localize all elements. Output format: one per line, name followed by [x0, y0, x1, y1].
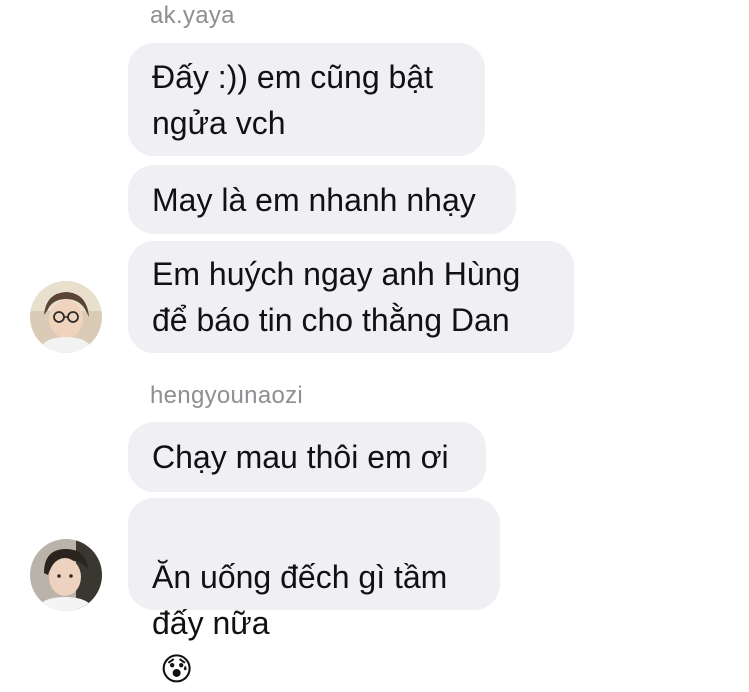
message-text: Em huých ngay anh Hùng để báo tin cho th… [152, 256, 521, 338]
message-bubble[interactable]: Chạy mau thôi em ơi [128, 422, 486, 492]
user-avatar-icon [30, 539, 102, 611]
sender-name: hengyounaozi [150, 382, 304, 409]
message-bubble[interactable]: Đấy :)) em cũng bật ngửa vch [128, 43, 485, 156]
message-text: Ăn uống đếch gì tầm đấy nữa [152, 559, 448, 641]
user-avatar-icon [30, 281, 102, 353]
message-text: Đấy :)) em cũng bật ngửa vch [152, 58, 433, 141]
message-bubble[interactable]: May là em nhanh nhạy [128, 165, 516, 234]
message-bubble[interactable]: Ăn uống đếch gì tầm đấy nữa 😰 [128, 498, 500, 688]
avatar[interactable] [30, 281, 102, 353]
sender-name: ak.yaya [150, 2, 235, 29]
message-bubble[interactable]: Em huých ngay anh Hùng để báo tin cho th… [128, 241, 574, 353]
avatar[interactable] [30, 539, 102, 611]
message-text: Chạy mau thôi em ơi [152, 439, 449, 475]
anxious-face-emoji-icon: 😰 [160, 650, 194, 688]
message-text: May là em nhanh nhạy [152, 181, 476, 218]
